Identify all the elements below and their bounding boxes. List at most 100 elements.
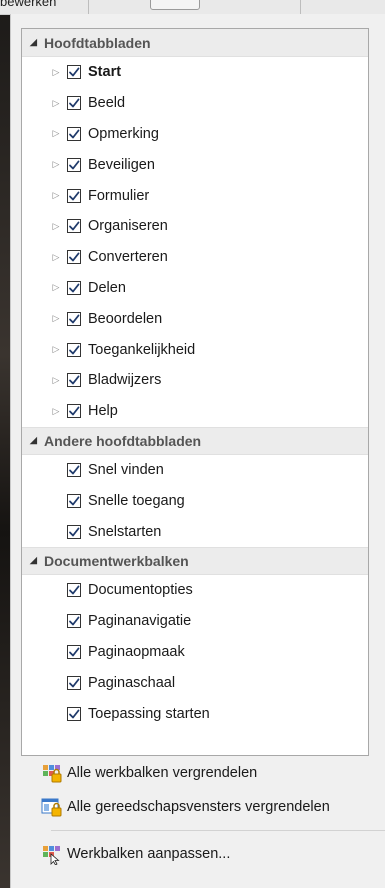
toolbar-item-paginaschaal[interactable]: Paginaschaal <box>22 667 368 698</box>
checkmark-icon <box>68 374 80 386</box>
toolbar-item-beoordelen[interactable]: ▷ Beoordelen <box>22 303 368 334</box>
toolbar-item-converteren[interactable]: ▷ Converteren <box>22 242 368 273</box>
toolbar-item-snel-vinden[interactable]: Snel vinden <box>22 455 368 486</box>
group-title: Andere hoofdtabbladen <box>44 432 202 449</box>
group-title: Hoofdtabbladen <box>44 34 151 51</box>
toolbar-item-label: Paginaopmaak <box>88 643 185 660</box>
toolbar-customize-icon <box>41 843 63 866</box>
toolbar-item-label: Toegankelijkheid <box>88 341 196 358</box>
toolbar-item-start[interactable]: ▷ Start <box>22 57 368 88</box>
toolbar-item-opmerking[interactable]: ▷ Opmerking <box>22 119 368 150</box>
triangle-right-icon[interactable]: ▷ <box>51 128 61 139</box>
toolbar-item-paginaopmaak[interactable]: Paginaopmaak <box>22 637 368 668</box>
toolbar-item-toegankelijkheid[interactable]: ▷ Toegankelijkheid <box>22 334 368 365</box>
triangle-right-icon[interactable]: ▷ <box>51 406 61 417</box>
customize-toolbars-menuitem[interactable]: Werkbalken aanpassen... <box>11 837 385 871</box>
lock-toolbars-label: Alle werkbalken vergrendelen <box>67 765 258 781</box>
background-toolbar-text: bewerken <box>0 0 57 9</box>
group-header-documentwerkbalken[interactable]: ◢ Documentwerkbalken <box>22 546 368 575</box>
toolbar-item-label: Paginanavigatie <box>88 613 192 630</box>
triangle-down-icon: ◢ <box>30 555 37 566</box>
triangle-right-icon[interactable]: ▷ <box>51 375 61 386</box>
background-toolbar: bewerken <box>0 0 385 15</box>
toolbar-item-beveiligen[interactable]: ▷ Beveiligen <box>22 149 368 180</box>
checkbox[interactable] <box>67 373 81 388</box>
checkmark-icon <box>68 66 80 78</box>
toolbar-item-snelstarten[interactable]: Snelstarten <box>22 516 368 547</box>
group-header-andere-hoofdtabbladen[interactable]: ◢ Andere hoofdtabbladen <box>22 426 368 455</box>
menu-divider <box>51 830 385 831</box>
checkbox[interactable] <box>67 280 81 295</box>
checkmark-icon <box>68 97 80 109</box>
checkbox[interactable] <box>67 65 81 80</box>
checkmark-icon <box>68 526 80 538</box>
checkmark-icon <box>68 220 80 232</box>
toolbar-item-label: Start <box>88 64 122 81</box>
triangle-right-icon[interactable]: ▷ <box>51 252 61 263</box>
checkbox[interactable] <box>67 524 81 539</box>
toolbar-item-snelle-toegang[interactable]: Snelle toegang <box>22 485 368 516</box>
toolbar-item-label: Organiseren <box>88 218 168 235</box>
lock-tool-windows-menuitem[interactable]: Alle gereedschapsvensters vergrendelen <box>11 790 385 824</box>
checkbox[interactable] <box>67 311 81 326</box>
checkbox[interactable] <box>67 126 81 141</box>
checkbox[interactable] <box>67 219 81 234</box>
checkbox[interactable] <box>67 342 81 357</box>
group-header-hoofdtabbladen[interactable]: ◢ Hoofdtabbladen <box>22 29 368 57</box>
toolbar-item-label: Beeld <box>88 95 126 112</box>
checkbox[interactable] <box>67 404 81 419</box>
checkmark-icon <box>68 313 80 325</box>
toolbar-item-documentopties[interactable]: Documentopties <box>22 575 368 606</box>
toolbar-item-delen[interactable]: ▷ Delen <box>22 273 368 304</box>
background-document-strip <box>0 0 10 888</box>
checkmark-icon <box>68 159 80 171</box>
checkbox[interactable] <box>67 157 81 172</box>
background-separator <box>300 0 301 14</box>
triangle-right-icon[interactable]: ▷ <box>51 344 61 355</box>
checkbox[interactable] <box>67 675 81 690</box>
checkbox[interactable] <box>67 250 81 265</box>
lock-tool-windows-label: Alle gereedschapsvensters vergrendelen <box>67 799 330 815</box>
toolbar-item-label: Help <box>88 403 118 420</box>
checkmark-icon <box>68 584 80 596</box>
checkbox[interactable] <box>67 96 81 111</box>
checkbox[interactable] <box>67 462 81 477</box>
triangle-right-icon[interactable]: ▷ <box>51 190 61 201</box>
toolbar-item-label: Beoordelen <box>88 310 163 327</box>
toolbar-item-label: Paginaschaal <box>88 674 176 691</box>
checkmark-icon <box>68 251 80 263</box>
checkmark-icon <box>68 677 80 689</box>
checkbox[interactable] <box>67 188 81 203</box>
checkbox[interactable] <box>67 583 81 598</box>
triangle-right-icon[interactable]: ▷ <box>51 282 61 293</box>
toolbar-item-help[interactable]: ▷ Help <box>22 396 368 427</box>
checkmark-icon <box>68 464 80 476</box>
triangle-down-icon: ◢ <box>30 37 37 47</box>
triangle-right-icon[interactable]: ▷ <box>51 98 61 109</box>
toolbar-item-beeld[interactable]: ▷ Beeld <box>22 88 368 119</box>
triangle-right-icon[interactable]: ▷ <box>51 159 61 170</box>
checkmark-icon <box>68 708 80 720</box>
checkmark-icon <box>68 344 80 356</box>
toolbar-item-label: Delen <box>88 279 126 296</box>
toolbar-item-paginanavigatie[interactable]: Paginanavigatie <box>22 606 368 637</box>
toolbar-item-toepassing-starten[interactable]: Toepassing starten <box>22 698 368 729</box>
checkmark-icon <box>68 190 80 202</box>
triangle-right-icon[interactable]: ▷ <box>51 67 61 78</box>
lock-toolbars-menuitem[interactable]: Alle werkbalken vergrendelen <box>11 756 385 790</box>
toolbar-item-label: Documentopties <box>88 582 193 599</box>
checkbox[interactable] <box>67 706 81 721</box>
toolbar-item-organiseren[interactable]: ▷ Organiseren <box>22 211 368 242</box>
checkbox[interactable] <box>67 644 81 659</box>
checkbox[interactable] <box>67 614 81 629</box>
toolbar-context-menu: ◢ Hoofdtabbladen ▷ Start ▷ Beeld ▷ Opmerking ▷… <box>10 14 385 888</box>
triangle-right-icon[interactable]: ▷ <box>51 313 61 324</box>
toolbar-item-bladwijzers[interactable]: ▷ Bladwijzers <box>22 365 368 396</box>
toolbar-item-formulier[interactable]: ▷ Formulier <box>22 180 368 211</box>
window-lock-icon <box>41 796 63 818</box>
toolbar-item-label: Beveiligen <box>88 156 155 173</box>
checkmark-icon <box>68 282 80 294</box>
triangle-right-icon[interactable]: ▷ <box>51 221 61 232</box>
checkmark-icon <box>68 646 80 658</box>
checkbox[interactable] <box>67 493 81 508</box>
